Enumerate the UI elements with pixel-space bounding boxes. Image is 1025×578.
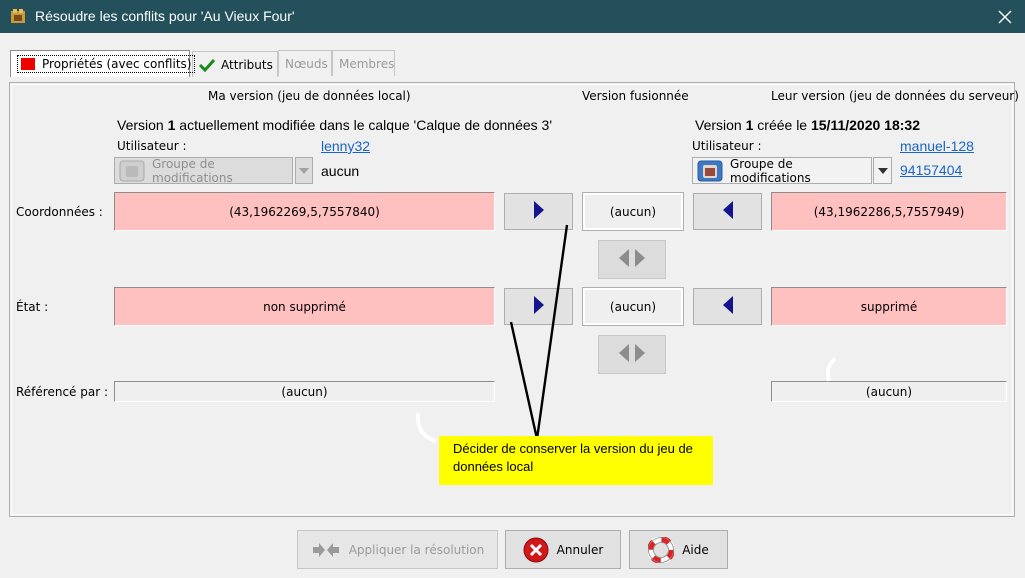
my-changeset-combo[interactable]: Groupe de modifications — [114, 157, 293, 185]
lifebuoy-icon — [648, 536, 675, 563]
merge-both-state-button[interactable] — [598, 335, 666, 374]
referenced-label: Référencé par : — [16, 385, 109, 399]
my-version-info: Version 1 actuellement modifiée dans le … — [117, 117, 552, 133]
arrow-left-icon — [722, 296, 733, 317]
header-merged-version: Version fusionnée — [582, 89, 689, 103]
merge-arrows-icon — [617, 342, 647, 367]
tab-members[interactable]: Membres — [332, 50, 395, 76]
decorative-arc — [825, 357, 837, 382]
state-label: État : — [16, 300, 49, 314]
tab-attributes[interactable]: Attributs — [192, 51, 278, 77]
my-changeset-value: aucun — [321, 163, 360, 179]
their-user-link[interactable]: manuel-128 — [900, 138, 974, 154]
header-their-version: Leur version (jeu de données du serveur) — [771, 89, 1019, 103]
tab-properties[interactable]: Propriétés (avec conflits) — [10, 50, 196, 77]
their-referenced-field: (aucun) — [771, 381, 1007, 402]
help-button[interactable]: Aide — [629, 530, 728, 569]
cancel-icon — [523, 537, 549, 563]
their-changeset-link[interactable]: 94157404 — [900, 162, 962, 178]
header-my-version: Ma version (jeu de données local) — [208, 89, 411, 103]
my-user-label: Utilisateur : — [117, 139, 187, 153]
josm-icon — [10, 8, 26, 24]
close-icon[interactable] — [985, 0, 1025, 33]
checkmark-icon — [199, 58, 215, 72]
merge-arrows-icon — [617, 247, 647, 272]
merged-state-field: (aucun) — [582, 287, 684, 326]
cancel-button[interactable]: Annuler — [505, 530, 621, 569]
chevron-down-icon[interactable] — [873, 157, 892, 184]
their-version-info: Version 1 créée le 15/11/2020 18:32 — [695, 117, 920, 133]
tooltip: Décider de conserver la version du jeu d… — [439, 436, 713, 485]
coords-label: Coordonnées : — [16, 205, 103, 219]
chevron-down-icon[interactable] — [295, 157, 313, 184]
annotation-lines — [509, 224, 569, 440]
their-user-label: Utilisateur : — [692, 139, 762, 153]
tab-nodes[interactable]: Nœuds — [278, 50, 332, 76]
their-state-field: supprimé — [771, 287, 1007, 326]
red-square-icon — [21, 58, 35, 70]
merge-both-coords-button[interactable] — [598, 240, 666, 279]
apply-resolution-button[interactable]: Appliquer la résolution — [297, 530, 498, 569]
decorative-arc — [415, 412, 437, 443]
my-state-field: non supprimé — [114, 287, 495, 326]
my-referenced-field: (aucun) — [114, 381, 495, 402]
their-changeset-combo[interactable]: Groupe de modifications — [692, 157, 872, 185]
arrow-left-icon — [722, 201, 733, 222]
merge-arrows-icon — [311, 542, 341, 558]
window-title: Résoudre les conflits pour 'Au Vieux Fou… — [35, 8, 295, 24]
changeset-icon — [697, 160, 723, 182]
merged-coords-field: (aucun) — [582, 192, 684, 231]
keep-theirs-state-button[interactable] — [693, 288, 762, 325]
my-user-link[interactable]: lenny32 — [321, 138, 370, 154]
keep-theirs-coords-button[interactable] — [693, 193, 762, 230]
my-coords-field: (43,1962269,5,7557840) — [114, 192, 495, 231]
their-coords-field: (43,1962286,5,7557949) — [771, 192, 1007, 231]
title-bar: Résoudre les conflits pour 'Au Vieux Fou… — [0, 0, 1025, 33]
changeset-icon — [119, 160, 145, 182]
